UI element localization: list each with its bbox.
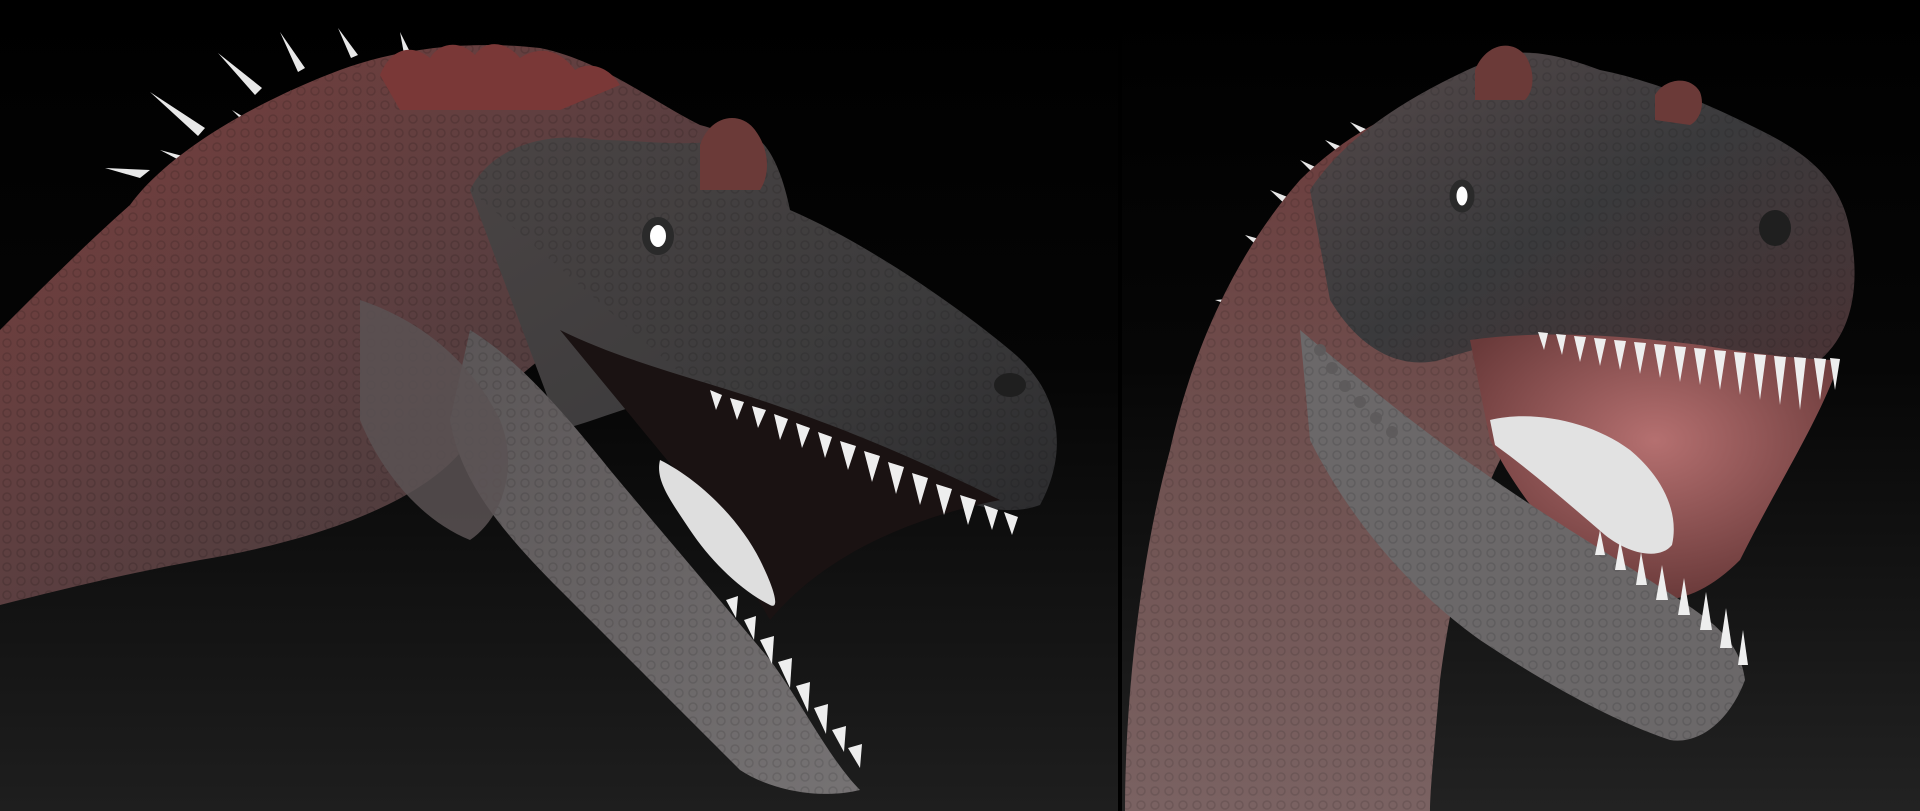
render-canvas [0,0,1920,811]
left-dinosaur [0,28,1057,794]
right-dinosaur [1125,45,1855,811]
right-eye [1449,179,1475,213]
left-eye [642,217,674,255]
dinosaur-sculpt-renders [0,28,1855,811]
